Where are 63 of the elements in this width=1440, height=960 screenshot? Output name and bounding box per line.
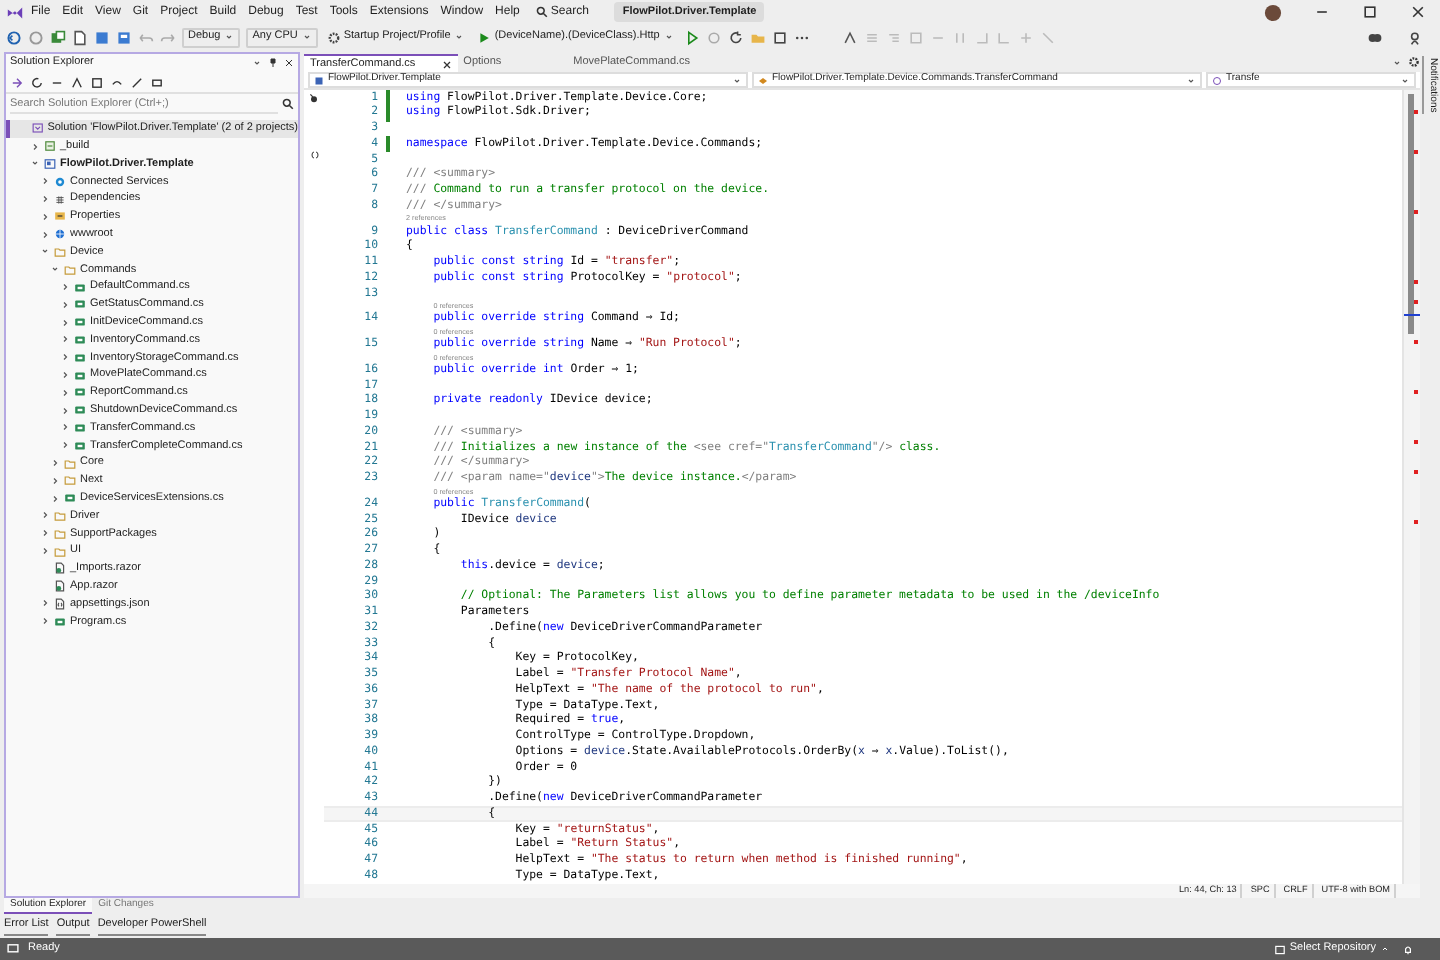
caret-icon — [663, 32, 674, 42]
page-file-icon — [54, 562, 66, 575]
code-file-icon — [74, 281, 86, 294]
code-file-icon — [54, 615, 66, 628]
code-file-icon — [74, 439, 86, 452]
caret-icon — [732, 75, 742, 85]
caret-icon[interactable] — [252, 58, 262, 68]
close-icon[interactable] — [1410, 4, 1426, 20]
play-icon — [478, 31, 491, 43]
globe-icon — [54, 228, 66, 241]
hot-reload-icon[interactable] — [683, 29, 700, 45]
folder-icon — [44, 140, 56, 153]
page-file-icon — [54, 580, 66, 593]
search-icon — [282, 98, 294, 110]
square-icon[interactable] — [90, 75, 104, 89]
code-file-icon — [74, 369, 86, 382]
sync-icon[interactable] — [10, 75, 24, 89]
bell-icon[interactable] — [1402, 943, 1414, 955]
new-project-icon[interactable] — [50, 29, 66, 45]
box-icon — [1273, 943, 1286, 955]
close-icon[interactable] — [441, 59, 452, 69]
code-file-icon — [74, 421, 86, 434]
settings-icon[interactable] — [1408, 56, 1420, 68]
format-icon[interactable] — [841, 29, 858, 45]
code-file-icon — [74, 316, 86, 329]
gear-icon — [327, 31, 340, 43]
card-icon — [54, 210, 66, 223]
code-file-icon — [74, 404, 86, 417]
pin-icon[interactable] — [268, 58, 278, 68]
scrollbar[interactable] — [1402, 90, 1420, 884]
code-file-icon — [74, 333, 86, 346]
window-icon[interactable] — [771, 29, 788, 45]
avatar-icon[interactable] — [1264, 3, 1282, 21]
square-icon — [314, 75, 324, 85]
refresh-icon[interactable] — [30, 75, 44, 89]
new-file-icon[interactable] — [72, 29, 88, 45]
search-icon — [536, 6, 549, 18]
braces-icon[interactable] — [309, 150, 319, 160]
code-file-icon — [74, 386, 86, 399]
close-icon[interactable] — [284, 58, 294, 68]
project-icon — [44, 157, 56, 170]
save-all-icon[interactable] — [116, 29, 132, 45]
caret-icon — [301, 32, 312, 42]
circle-icon — [1212, 75, 1222, 85]
save-icon[interactable] — [94, 29, 110, 45]
code-file-icon — [64, 492, 76, 505]
caret-icon — [224, 32, 235, 42]
maximize-icon[interactable] — [1362, 4, 1378, 20]
caret-icon — [454, 32, 465, 42]
code-file-icon — [74, 351, 86, 364]
redo-icon — [160, 29, 176, 45]
output-icon — [6, 942, 20, 956]
ring-icon — [54, 175, 66, 188]
solution-icon — [32, 122, 44, 135]
undo-icon — [138, 29, 154, 45]
diamond-icon — [758, 75, 768, 85]
preview-icon[interactable] — [150, 75, 164, 89]
code-file-icon — [74, 298, 86, 311]
back-icon[interactable] — [6, 29, 22, 45]
logo-icon — [6, 3, 24, 21]
filter-icon[interactable] — [70, 75, 84, 89]
refresh-icon[interactable] — [727, 29, 744, 45]
caret-icon — [1186, 75, 1196, 85]
